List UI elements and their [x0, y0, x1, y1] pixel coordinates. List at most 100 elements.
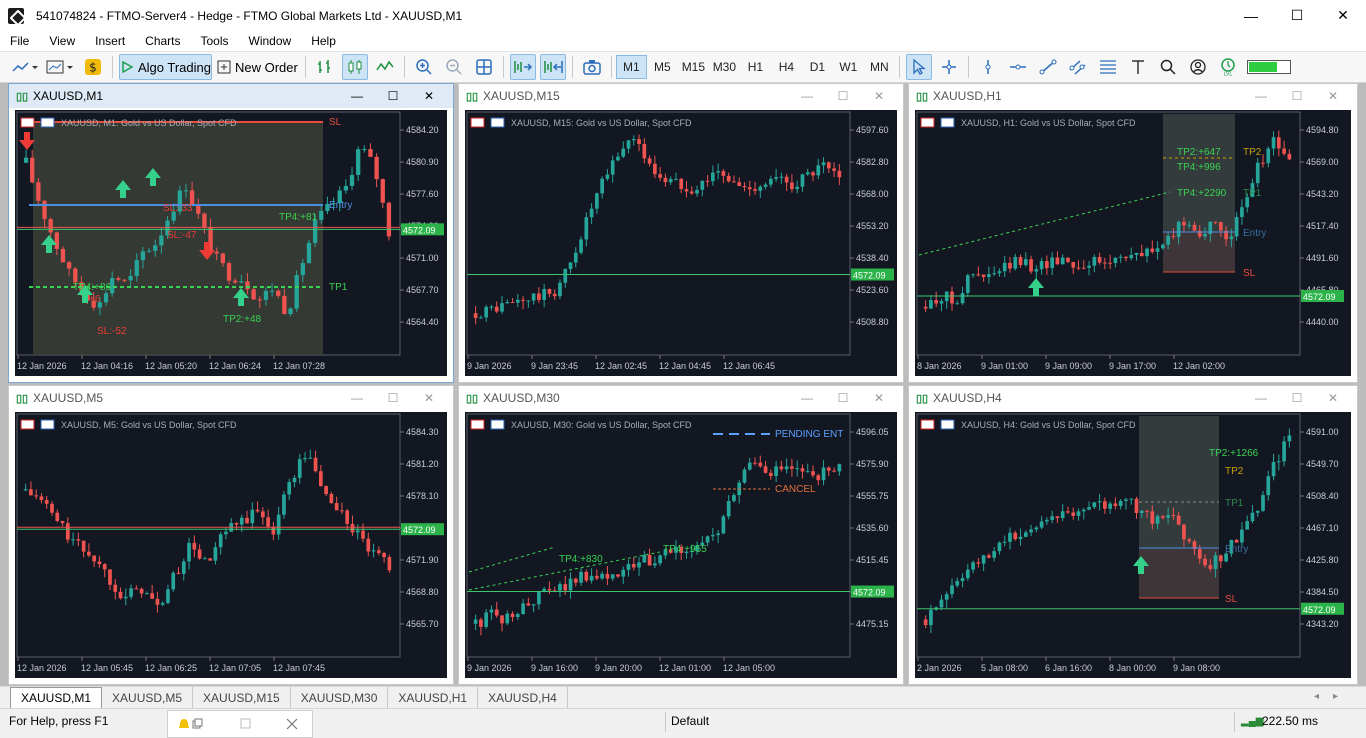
maximize-button[interactable]: ☐: [825, 89, 861, 103]
signals-icon[interactable]: $: [80, 54, 106, 80]
maximize-button[interactable]: ☐: [1279, 89, 1315, 103]
chart-window-titlebar[interactable]: ▯▯ XAUUSD,M15 — ☐ ✕: [459, 84, 903, 108]
candle-body: [350, 523, 355, 533]
minimize-button[interactable]: —: [1243, 89, 1279, 103]
minimize-button[interactable]: —: [339, 391, 375, 405]
menu-view[interactable]: View: [39, 34, 85, 48]
chart-window[interactable]: ▯▯ XAUUSD,M5 — ☐ ✕ XAUUSD, M5: Gold vs US Dol…: [8, 385, 454, 685]
minimize-button[interactable]: —: [789, 89, 825, 103]
maximize-button[interactable]: ☐: [375, 89, 411, 103]
bell-icon[interactable]: [178, 716, 208, 732]
close-button[interactable]: ✕: [861, 391, 897, 405]
menu-file[interactable]: File: [0, 34, 39, 48]
chart-window-titlebar[interactable]: ▯▯ XAUUSD,M1 — ☐ ✕: [9, 84, 453, 108]
timeframe-m1-button[interactable]: M1: [615, 55, 647, 79]
chart-window-titlebar[interactable]: ▯▯ XAUUSD,M5 — ☐ ✕: [9, 386, 453, 410]
chart-plot-area[interactable]: XAUUSD, M30: Gold vs US Dollar, Spot CFD…: [465, 412, 897, 678]
chart-plot-area[interactable]: XAUUSD, H4: Gold vs US Dollar, Spot CFD 4…: [915, 412, 1351, 678]
horizontal-line-icon[interactable]: [1005, 54, 1031, 80]
chart-window-titlebar[interactable]: ▯▯ XAUUSD,H4 — ☐ ✕: [909, 386, 1357, 410]
maximize-button[interactable]: ☐: [375, 391, 411, 405]
close-button[interactable]: ✕: [411, 89, 447, 103]
close-button[interactable]: ✕: [411, 391, 447, 405]
chart-type-icon[interactable]: [10, 54, 40, 80]
minimize-button[interactable]: —: [789, 391, 825, 405]
cursor-icon[interactable]: [905, 54, 932, 80]
candle-body: [123, 596, 128, 599]
timeframe-m15-button[interactable]: M15: [678, 55, 709, 79]
zoom-out-icon[interactable]: [441, 54, 467, 80]
level-icon[interactable]: LVL: [1215, 54, 1241, 80]
channel-icon[interactable]: [1065, 54, 1091, 80]
maximize-button[interactable]: ☐: [825, 391, 861, 405]
line-chart-icon[interactable]: [372, 54, 398, 80]
chart-window[interactable]: ▯▯ XAUUSD,H4 — ☐ ✕ XAUUSD, H4: Gold vs US Dol…: [908, 385, 1358, 685]
trendline-icon[interactable]: [1035, 54, 1061, 80]
menu-insert[interactable]: Insert: [85, 34, 135, 48]
fibonacci-icon[interactable]: [1095, 54, 1121, 80]
minimize-button[interactable]: —: [339, 89, 375, 103]
tile-windows-icon[interactable]: [471, 54, 497, 80]
candle-body: [1113, 503, 1118, 506]
chart-window[interactable]: ▯▯ XAUUSD,H1 — ☐ ✕ XAUUSD, H1: Gold vs US Dol…: [908, 83, 1358, 383]
close-icon[interactable]: [284, 716, 300, 732]
close-button[interactable]: ✕: [1315, 89, 1351, 103]
timeframe-m30-button[interactable]: M30: [709, 55, 740, 79]
close-button[interactable]: ✕: [1320, 0, 1366, 31]
menu-help[interactable]: Help: [301, 34, 346, 48]
candlestick-icon[interactable]: [341, 54, 368, 80]
text-tool-icon[interactable]: [1125, 54, 1151, 80]
maximize-icon[interactable]: [238, 716, 254, 732]
chart-window[interactable]: ▯▯ XAUUSD,M30 — ☐ ✕ XAUUSD, M30: Gold vs US D…: [458, 385, 904, 685]
menu-tools[interactable]: Tools: [191, 34, 239, 48]
candle-body: [92, 555, 97, 562]
account-icon[interactable]: [1185, 54, 1211, 80]
timeframe-m5-button[interactable]: M5: [647, 55, 678, 79]
minimize-button[interactable]: —: [1243, 391, 1279, 405]
search-icon[interactable]: [1155, 54, 1181, 80]
close-button[interactable]: ✕: [861, 89, 897, 103]
chart-plot-area[interactable]: XAUUSD, H1: Gold vs US Dollar, Spot CFD 4…: [915, 110, 1351, 376]
autoscroll-icon[interactable]: [509, 54, 536, 80]
candle-body: [1008, 532, 1012, 542]
chart-plot-area[interactable]: XAUUSD, M5: Gold vs US Dollar, Spot CFD 4…: [15, 412, 447, 678]
timeframe-h1-button[interactable]: H1: [740, 55, 771, 79]
tab-xauusd-h4[interactable]: XAUUSD,H4: [478, 687, 568, 708]
chart-shift-icon[interactable]: [539, 54, 566, 80]
candle-body: [653, 163, 657, 175]
menu-window[interactable]: Window: [239, 34, 302, 48]
crosshair-icon[interactable]: [936, 54, 962, 80]
bar-chart-icon[interactable]: [312, 54, 338, 80]
chart-window[interactable]: ▯▯ XAUUSD,M1 — ☐ ✕ XAUUSD, M1: Gold vs US Dol…: [8, 83, 454, 383]
timeframe-d1-button[interactable]: D1: [802, 55, 833, 79]
candle-body: [784, 466, 789, 470]
algo-trading-button[interactable]: Algo Trading: [119, 54, 212, 80]
tab-scroll-arrows-icon[interactable]: ◂▸: [1314, 691, 1352, 702]
tab-xauusd-m5[interactable]: XAUUSD,M5: [102, 687, 194, 708]
new-order-button[interactable]: New Order: [216, 54, 299, 80]
timeframe-mn-button[interactable]: MN: [864, 55, 895, 79]
timeframe-w1-button[interactable]: W1: [833, 55, 864, 79]
tab-xauusd-h1[interactable]: XAUUSD,H1: [388, 687, 479, 708]
tab-xauusd-m1[interactable]: XAUUSD,M1: [10, 687, 103, 708]
chart-window-titlebar[interactable]: ▯▯ XAUUSD,M30 — ☐ ✕: [459, 386, 903, 410]
vertical-line-icon[interactable]: [975, 54, 1001, 80]
tab-xauusd-m15[interactable]: XAUUSD,M15: [193, 687, 291, 708]
chart-plot-area[interactable]: XAUUSD, M1: Gold vs US Dollar, Spot CFD 4…: [15, 110, 447, 376]
chart-plot-area[interactable]: XAUUSD, M15: Gold vs US Dollar, Spot CFD…: [465, 110, 897, 376]
screenshot-icon[interactable]: [579, 54, 605, 80]
tab-xauusd-m30[interactable]: XAUUSD,M30: [291, 687, 389, 708]
candle-body: [30, 157, 35, 183]
chart-window[interactable]: ▯▯ XAUUSD,M15 — ☐ ✕ XAUUSD, M15: Gold vs US D…: [458, 83, 904, 383]
candle-body: [122, 279, 127, 281]
minimize-button[interactable]: —: [1228, 0, 1274, 31]
maximize-button[interactable]: ☐: [1279, 391, 1315, 405]
status-profile[interactable]: Default: [671, 714, 709, 728]
menu-charts[interactable]: Charts: [135, 34, 190, 48]
zoom-in-icon[interactable]: [411, 54, 437, 80]
chart-window-titlebar[interactable]: ▯▯ XAUUSD,H1 — ☐ ✕: [909, 84, 1357, 108]
chart-template-icon[interactable]: [44, 54, 76, 80]
maximize-button[interactable]: ☐: [1274, 0, 1320, 31]
timeframe-h4-button[interactable]: H4: [771, 55, 802, 79]
close-button[interactable]: ✕: [1315, 391, 1351, 405]
